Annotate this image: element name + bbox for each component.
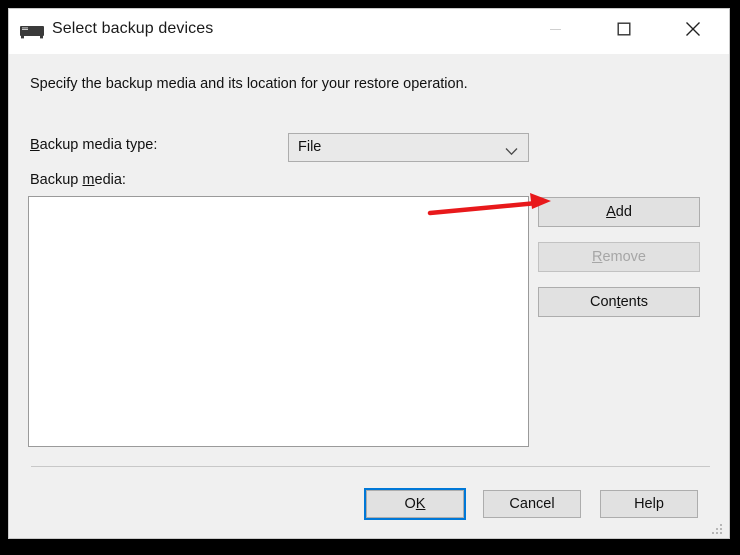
minimize-button[interactable]: [532, 9, 578, 54]
button-label-post: ents: [620, 294, 649, 310]
add-button[interactable]: Add: [538, 197, 700, 227]
backup-media-label: Backup media:: [30, 172, 126, 188]
maximize-icon: [617, 22, 631, 41]
label-accel-key: B: [30, 137, 40, 153]
backup-media-type-combobox[interactable]: File: [288, 133, 529, 162]
button-label-post: dd: [615, 204, 632, 220]
label-part-post: ackup media type:: [39, 137, 158, 153]
dialog-client-area: Specify the backup media and its locatio…: [9, 54, 729, 538]
title-bar: Select backup devices: [9, 9, 729, 54]
button-label-pre: Cancel: [509, 496, 555, 512]
button-label-pre: Con: [589, 294, 617, 310]
contents-button[interactable]: Con t ents: [538, 287, 700, 317]
screenshot-root: Select backup devices Specify the backup…: [0, 0, 740, 555]
button-label-post: emove: [602, 249, 646, 265]
button-accel-key: K: [415, 496, 426, 512]
description-text: Specify the backup media and its locatio…: [30, 76, 468, 92]
backup-media-type-label: Backup media type:: [30, 137, 157, 153]
chevron-down-icon: [505, 143, 518, 156]
ok-button[interactable]: OK: [364, 488, 466, 520]
help-button[interactable]: Help: [600, 490, 698, 518]
combobox-selected-value: File: [298, 139, 322, 155]
tape-drive-icon: [19, 24, 45, 40]
maximize-button[interactable]: [601, 9, 647, 54]
minimize-icon: [549, 23, 562, 41]
remove-button: Remove: [538, 242, 700, 272]
button-accel-key: R: [591, 249, 603, 265]
close-icon: [685, 21, 701, 42]
label-part-post: edia:: [94, 172, 126, 188]
button-label-pre: Help: [634, 496, 664, 512]
button-accel-key: A: [606, 204, 616, 220]
label-part-pre: Backup: [30, 172, 83, 188]
cancel-button[interactable]: Cancel: [483, 490, 581, 518]
footer-separator: [31, 466, 710, 467]
select-backup-devices-dialog: Select backup devices Specify the backup…: [8, 8, 730, 539]
resize-grip-icon[interactable]: [711, 523, 724, 536]
label-accel-key: m: [82, 172, 95, 188]
close-button[interactable]: [670, 9, 716, 54]
button-label-pre: O: [404, 496, 416, 512]
window-title: Select backup devices: [52, 20, 214, 37]
backup-media-listbox[interactable]: [28, 196, 529, 447]
